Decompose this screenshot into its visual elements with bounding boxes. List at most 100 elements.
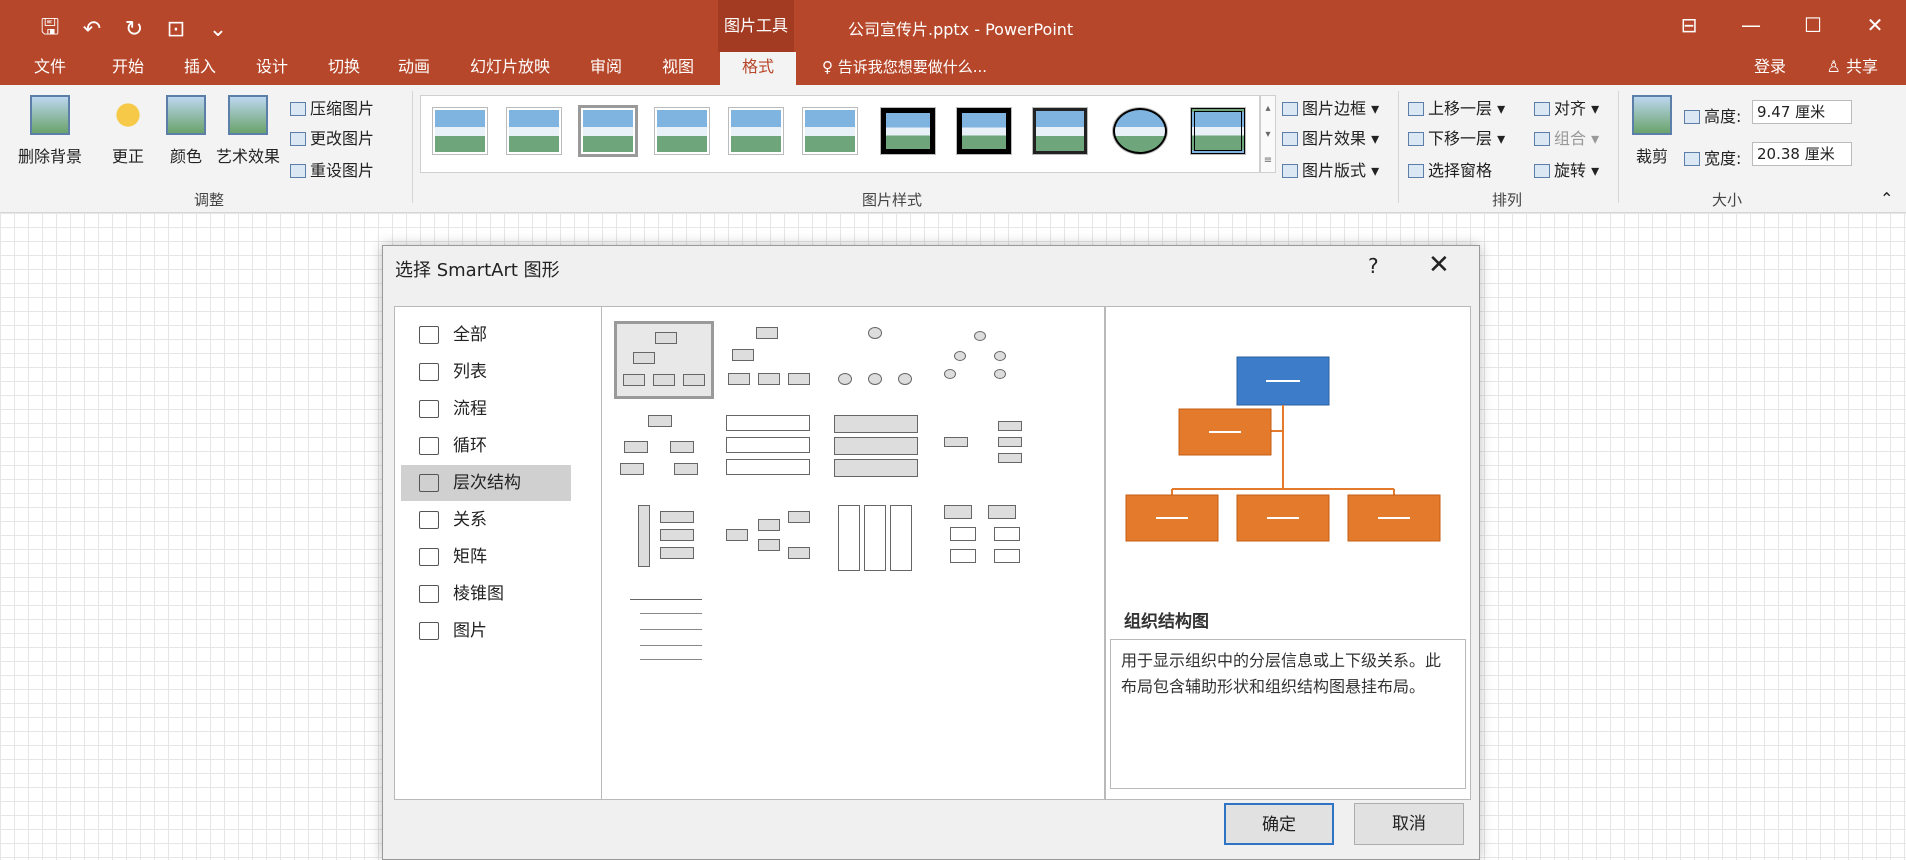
- present-icon[interactable]: ⊡: [162, 17, 190, 42]
- style-thumb[interactable]: [957, 108, 1011, 154]
- category-matrix[interactable]: 矩阵: [413, 539, 583, 575]
- group-label-adjust: 调整: [194, 191, 225, 209]
- tab-home[interactable]: 开始: [112, 52, 144, 85]
- save-icon[interactable]: 🖫: [36, 10, 64, 48]
- height-icon: [1684, 110, 1700, 124]
- style-thumb[interactable]: [655, 108, 709, 154]
- height-field[interactable]: 9.47 厘米: [1752, 100, 1852, 124]
- cancel-button[interactable]: 取消: [1354, 803, 1464, 845]
- tab-transitions[interactable]: 切换: [328, 52, 360, 85]
- tab-format[interactable]: 格式: [720, 52, 797, 85]
- layout-org-chart[interactable]: [614, 321, 714, 399]
- layout-hierarchy-9[interactable]: [614, 501, 714, 579]
- ribbon-display-icon[interactable]: ⊟: [1658, 0, 1720, 52]
- picture-border-button[interactable]: 图片边框 ▾: [1282, 95, 1379, 119]
- send-backward-button[interactable]: 下移一层 ▾: [1408, 125, 1505, 149]
- layout-hierarchy-4[interactable]: [938, 321, 1038, 399]
- reset-picture-button[interactable]: 重设图片: [290, 157, 374, 181]
- layout-hierarchy-5[interactable]: [614, 411, 714, 489]
- cycle-icon: [419, 437, 439, 455]
- tab-view[interactable]: 视图: [662, 52, 694, 85]
- tell-me-search[interactable]: ♀ 告诉我您想要做什么...: [822, 52, 987, 82]
- separator: [1618, 91, 1619, 203]
- style-thumb[interactable]: [803, 108, 857, 154]
- color-button[interactable]: 颜色: [166, 95, 206, 167]
- close-icon[interactable]: ✕: [1428, 250, 1450, 280]
- category-all[interactable]: 全部: [413, 317, 583, 353]
- compress-pictures-button[interactable]: 压缩图片: [290, 95, 374, 119]
- matrix-icon: [419, 548, 439, 566]
- category-pyramid[interactable]: 棱锥图: [413, 576, 583, 612]
- customize-qat-icon[interactable]: ⌄: [204, 17, 232, 42]
- ribbon: 删除背景 更正 颜色 艺术效果 压缩图片 更改图片 重设图片 调整 ▴ ▾ ≡ 图片…: [0, 85, 1906, 213]
- undo-icon[interactable]: ↶: [78, 17, 106, 42]
- rotate-button[interactable]: 旋转 ▾: [1534, 157, 1599, 181]
- selection-pane-icon: [1408, 164, 1424, 178]
- tab-file[interactable]: 文件: [34, 52, 66, 85]
- compress-icon: [290, 102, 306, 116]
- corrections-button[interactable]: 更正: [108, 95, 148, 167]
- group-button[interactable]: 组合 ▾: [1534, 125, 1599, 149]
- tab-review[interactable]: 审阅: [590, 52, 622, 85]
- layout-hierarchy-12[interactable]: [938, 501, 1038, 579]
- all-icon: [419, 326, 439, 344]
- help-icon[interactable]: ?: [1368, 254, 1379, 278]
- login-link[interactable]: 登录: [1754, 52, 1786, 82]
- width-field[interactable]: 20.38 厘米: [1752, 142, 1852, 166]
- style-thumb[interactable]: [1033, 108, 1087, 154]
- tab-insert[interactable]: 插入: [184, 52, 216, 85]
- layout-hierarchy-11[interactable]: [830, 501, 930, 579]
- layout-hierarchy-3[interactable]: [830, 321, 930, 399]
- artistic-effects-button[interactable]: 艺术效果: [216, 95, 280, 167]
- height-label: 高度:: [1684, 103, 1741, 127]
- style-thumb[interactable]: [581, 108, 635, 154]
- org-chart-preview: [1125, 356, 1441, 542]
- layout-hierarchy-13[interactable]: [614, 591, 714, 669]
- artistic-effects-icon: [228, 95, 268, 135]
- maximize-icon[interactable]: ☐: [1782, 0, 1844, 52]
- layout-hierarchy-10[interactable]: [722, 501, 822, 579]
- collapse-ribbon-icon[interactable]: ⌃: [1880, 189, 1893, 208]
- ok-button[interactable]: 确定: [1224, 803, 1334, 845]
- category-process[interactable]: 流程: [413, 391, 583, 427]
- hierarchy-icon: [419, 474, 439, 492]
- tab-animations[interactable]: 动画: [398, 52, 430, 85]
- layout-hierarchy-6[interactable]: [722, 411, 822, 489]
- layout-hierarchy-7[interactable]: [830, 411, 930, 489]
- context-tab-title: 图片工具: [718, 0, 794, 52]
- lightbulb-icon: ♀: [822, 58, 838, 76]
- category-hierarchy[interactable]: 层次结构: [401, 465, 571, 501]
- style-thumb[interactable]: [881, 108, 935, 154]
- align-icon: [1534, 102, 1550, 116]
- layout-hierarchy-2[interactable]: [722, 321, 822, 399]
- style-thumb[interactable]: [1113, 108, 1167, 154]
- separator: [1398, 91, 1399, 203]
- tab-design[interactable]: 设计: [256, 52, 288, 85]
- layout-hierarchy-8[interactable]: [938, 411, 1038, 489]
- remove-background-icon: [30, 95, 70, 135]
- remove-background-button[interactable]: 删除背景: [18, 95, 82, 167]
- picture-layout-button[interactable]: 图片版式 ▾: [1282, 157, 1379, 181]
- person-icon: ♙: [1826, 57, 1846, 76]
- style-thumb[interactable]: [729, 108, 783, 154]
- category-picture[interactable]: 图片: [413, 613, 583, 649]
- close-icon[interactable]: ✕: [1844, 0, 1906, 52]
- style-thumb[interactable]: [507, 108, 561, 154]
- redo-icon[interactable]: ↻: [120, 17, 148, 42]
- category-list-item[interactable]: 列表: [413, 354, 583, 390]
- bring-forward-button[interactable]: 上移一层 ▾: [1408, 95, 1505, 119]
- rotate-icon: [1534, 164, 1550, 178]
- selection-pane-button[interactable]: 选择窗格: [1408, 157, 1492, 181]
- category-relationship[interactable]: 关系: [413, 502, 583, 538]
- tab-slideshow[interactable]: 幻灯片放映: [470, 52, 550, 85]
- picture-effects-button[interactable]: 图片效果 ▾: [1282, 125, 1379, 149]
- minimize-icon[interactable]: —: [1720, 0, 1782, 52]
- change-picture-button[interactable]: 更改图片: [290, 125, 374, 149]
- share-button[interactable]: ♙ 共享: [1827, 52, 1878, 82]
- gallery-scroll[interactable]: ▴ ▾ ≡: [1260, 95, 1276, 173]
- category-cycle[interactable]: 循环: [413, 428, 583, 464]
- crop-button[interactable]: 裁剪: [1632, 95, 1672, 167]
- align-button[interactable]: 对齐 ▾: [1534, 95, 1599, 119]
- style-thumb[interactable]: [433, 108, 487, 154]
- style-thumb[interactable]: [1191, 108, 1245, 154]
